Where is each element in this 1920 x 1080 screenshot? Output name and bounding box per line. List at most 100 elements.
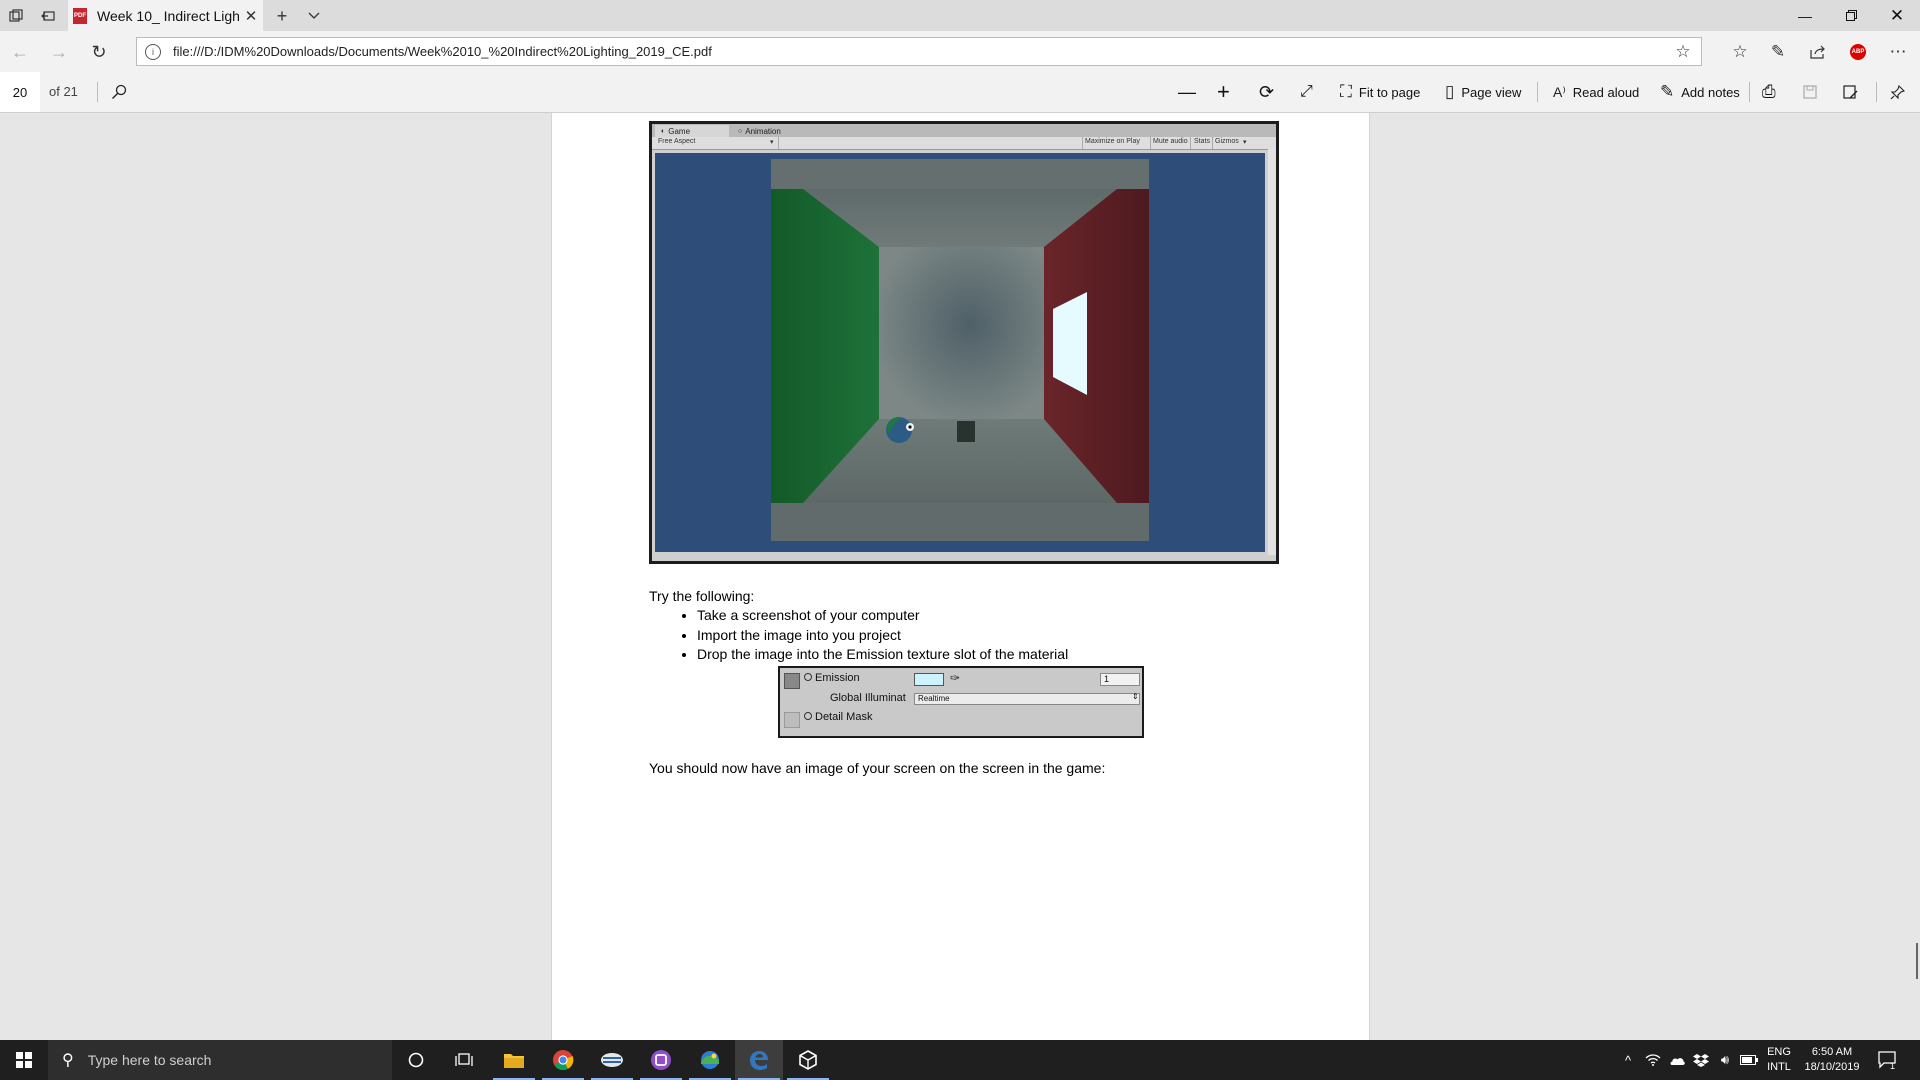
emission-row: Emission ✑ 1	[780, 669, 1142, 689]
save-icon[interactable]	[1803, 81, 1817, 103]
notification-count: 1	[1890, 1061, 1896, 1071]
forward-arrow-icon[interactable]: →	[48, 41, 70, 63]
pen-icon: ✎	[1660, 82, 1675, 101]
action-center-icon[interactable]: 1	[1872, 1040, 1904, 1080]
taskbar-search[interactable]: ⚲ Type here to search	[48, 1040, 392, 1080]
zoom-in-icon[interactable]: +	[1217, 79, 1230, 104]
read-aloud-icon: A⁾	[1553, 83, 1566, 100]
chrome-icon[interactable]	[539, 1040, 587, 1080]
print-icon[interactable]: ⎙	[1762, 81, 1776, 103]
gizmos-dropdown-arrow-icon: ▾	[1243, 139, 1247, 146]
tab-preview-chevron-icon[interactable]	[304, 6, 324, 26]
list-item: Take a screenshot of your computer	[697, 606, 1299, 626]
game-view	[655, 153, 1265, 552]
edge-browser-icon[interactable]	[735, 1040, 783, 1080]
emission-intensity-field: 1	[1100, 673, 1140, 686]
clock[interactable]: 6:50 AM 18/10/2019	[1800, 1045, 1864, 1075]
fit-to-page-button[interactable]: ⛶ Fit to page	[1340, 81, 1420, 103]
adblock-plus-icon[interactable]: ABP	[1846, 41, 1870, 63]
tab-pdf-document[interactable]: PDF Week 10_ Indirect Light ✕	[68, 0, 263, 31]
unity-icon[interactable]	[784, 1040, 832, 1080]
add-notes-button[interactable]: ✎ Add notes	[1660, 81, 1740, 103]
battery-icon[interactable]	[1738, 1040, 1760, 1080]
search-placeholder: Type here to search	[87, 1052, 212, 1068]
global-illumination-select: Realtime	[914, 693, 1140, 705]
read-aloud-button[interactable]: A⁾ Read aloud	[1553, 81, 1639, 103]
restore-window-icon[interactable]	[1828, 0, 1874, 31]
show-hidden-icons-icon[interactable]: ^	[1618, 1040, 1638, 1080]
start-button[interactable]	[0, 1040, 48, 1080]
viewer-scrollbar[interactable]	[1916, 943, 1918, 979]
page-number-input[interactable]: 20	[0, 72, 40, 112]
favorites-list-icon[interactable]: ☆	[1728, 41, 1752, 63]
detail-mask-row: Detail Mask	[780, 708, 1142, 728]
minimize-window-icon[interactable]: —	[1782, 0, 1828, 31]
share-icon[interactable]	[1806, 41, 1830, 63]
cornell-box-scene	[771, 159, 1149, 541]
instructions: Try the following: Take a screenshot of …	[649, 588, 1299, 665]
close-tab-icon[interactable]: ✕	[239, 7, 263, 25]
task-view-icon[interactable]	[440, 1040, 488, 1080]
windows-logo-icon	[16, 1052, 32, 1068]
more-options-icon[interactable]: ⋯	[1886, 41, 1910, 63]
pdf-page: ◐ Game ○ Animation Free Aspect ▾ Maximize …	[551, 113, 1370, 1040]
address-row: ← → ↻ i file:///D:/IDM%20Downloads/Docum…	[0, 31, 1920, 72]
file-explorer-icon[interactable]	[490, 1040, 538, 1080]
find-in-document-icon[interactable]	[111, 81, 127, 103]
cortana-icon[interactable]	[392, 1040, 440, 1080]
emission-color-swatch	[914, 673, 944, 686]
pdf-viewer[interactable]: ◐ Game ○ Animation Free Aspect ▾ Maximize …	[0, 113, 1920, 1040]
instructions-lead: Try the following:	[649, 588, 755, 604]
texture-slot	[784, 712, 800, 728]
network-icon[interactable]	[1642, 1040, 1664, 1080]
game-tab: ◐ Game	[655, 125, 729, 137]
pdf-file-icon: PDF	[73, 7, 87, 24]
volume-icon[interactable]: 🔊︎	[1714, 1040, 1736, 1080]
tab-title: Week 10_ Indirect Light	[97, 7, 239, 24]
search-icon: ⚲	[62, 1052, 74, 1069]
new-tab-icon[interactable]: +	[272, 6, 292, 26]
set-aside-tabs-icon[interactable]	[38, 6, 58, 26]
input-language[interactable]: ENG INTL	[1764, 1045, 1794, 1075]
list-item: Import the image into you project	[697, 626, 1299, 646]
eyedropper-icon: ✑	[950, 671, 961, 685]
dropbox-icon[interactable]	[1690, 1040, 1712, 1080]
rotate-icon[interactable]: ⟳	[1259, 81, 1274, 103]
refresh-icon[interactable]: ↻	[88, 41, 110, 63]
aspect-dropdown: Free Aspect	[658, 138, 696, 145]
back-arrow-icon[interactable]: ←	[9, 41, 31, 63]
pin-toolbar-icon[interactable]	[1890, 81, 1905, 103]
full-screen-icon[interactable]: ⤢	[1300, 81, 1313, 103]
taskbar: ⚲ Type here to search ^ 🔊︎ ENG INTL 6:50…	[0, 1040, 1920, 1080]
page-view-button[interactable]: ▯ Page view	[1445, 81, 1521, 103]
address-bar[interactable]: i file:///D:/IDM%20Downloads/Documents/W…	[136, 37, 1702, 66]
favorite-star-icon[interactable]: ☆	[1671, 42, 1695, 62]
onedrive-icon[interactable]	[1666, 1040, 1688, 1080]
zoom-out-icon[interactable]: —	[1178, 81, 1196, 103]
download-manager-icon[interactable]	[588, 1040, 636, 1080]
close-window-icon[interactable]: ✕	[1874, 0, 1920, 31]
animation-tab: ○ Animation	[738, 126, 781, 136]
tab-bar: PDF Week 10_ Indirect Light ✕ + — ✕	[0, 0, 1920, 31]
material-inspector-screenshot: Emission ✑ 1 Global Illuminat Realtime ⇕…	[778, 666, 1144, 738]
global-illumination-row: Global Illuminat Realtime ⇕	[830, 692, 1140, 705]
photos-app-icon[interactable]	[686, 1040, 734, 1080]
game-window-screenshot: ◐ Game ○ Animation Free Aspect ▾ Maximize …	[649, 121, 1279, 564]
maximize-on-play-toggle: Maximize on Play	[1085, 138, 1140, 145]
cube-object	[957, 421, 975, 442]
visual-studio-icon[interactable]	[637, 1040, 685, 1080]
tab-actions-icon[interactable]	[6, 6, 26, 26]
aspect-dropdown-arrow-icon: ▾	[770, 139, 774, 146]
pdf-toolbar: 20 of 21 — + ⟳ ⤢ ⛶ Fit to page ▯ Page view…	[0, 72, 1920, 113]
page-view-icon: ▯	[1445, 82, 1455, 101]
game-tab-icon: ◐	[661, 127, 666, 135]
closing-paragraph: You should now have an image of your scr…	[649, 760, 1106, 776]
site-info-icon[interactable]: i	[145, 43, 161, 60]
page-total: of 21	[49, 84, 78, 99]
gizmos-dropdown: Gizmos	[1215, 138, 1239, 145]
pen-web-note-icon[interactable]: ✎	[1766, 41, 1790, 63]
animation-tab-icon: ○	[738, 127, 743, 135]
url-text[interactable]: file:///D:/IDM%20Downloads/Documents/Wee…	[173, 44, 1671, 59]
steps-list: Take a screenshot of your computer Impor…	[649, 606, 1299, 665]
save-as-icon[interactable]	[1843, 81, 1858, 103]
